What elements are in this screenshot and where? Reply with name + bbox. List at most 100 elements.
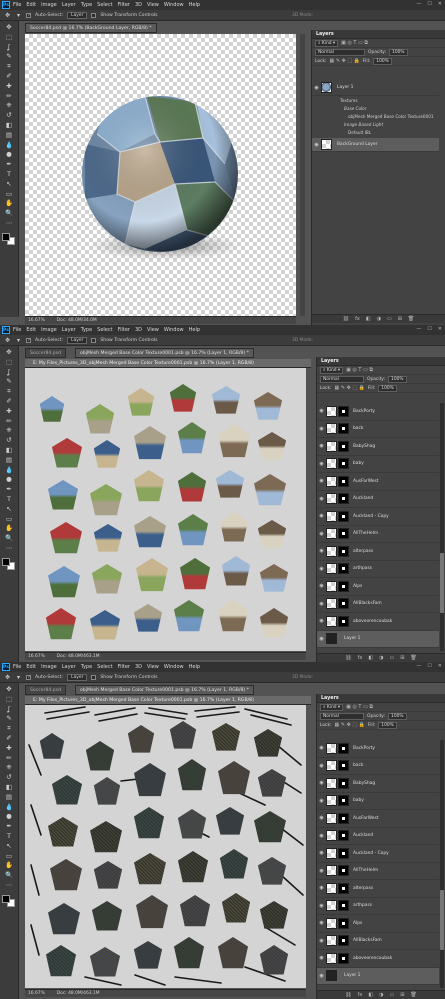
path-select-icon[interactable]: ↖ [4, 842, 15, 851]
dodge-icon[interactable]: ● [4, 812, 15, 821]
menu-window[interactable]: Window [164, 327, 184, 333]
gradient-icon[interactable]: ▤ [4, 456, 15, 465]
gradient-icon[interactable]: ▤ [4, 131, 15, 140]
color-swatches[interactable] [2, 557, 16, 570]
eyedropper-icon[interactable]: ✐ [4, 397, 15, 406]
path-select-icon[interactable]: ↖ [4, 505, 15, 514]
chevron-down-icon[interactable]: ▾ [15, 12, 22, 19]
layer-row[interactable]: ◉ BabyShag [317, 775, 439, 793]
brush-icon[interactable]: ✏ [4, 92, 15, 101]
layer-row[interactable]: ◉ BackPorty [317, 740, 439, 758]
move-tool-icon[interactable]: ✥ [4, 337, 11, 344]
link-icon[interactable]: ⛓ [343, 316, 349, 322]
foreground-color[interactable] [2, 894, 10, 903]
hand-icon[interactable]: ✋ [4, 524, 15, 533]
ibl-name[interactable]: Default IBL [348, 130, 371, 135]
maximize-icon[interactable]: ☐ [427, 663, 431, 669]
eye-icon[interactable]: ◉ [317, 920, 326, 926]
move-icon[interactable]: ✥ [4, 348, 15, 357]
folder-icon[interactable]: ▭ [389, 655, 394, 661]
minimize-icon[interactable]: — [416, 1, 421, 7]
layer-row[interactable]: ◉ Auckland - Copy [317, 845, 439, 863]
adjustment-icon[interactable]: ◑ [379, 992, 383, 998]
history-brush-icon[interactable]: ↺ [4, 111, 15, 120]
auto-select-checkbox[interactable] [26, 337, 31, 343]
layer-row[interactable]: ◉ back [317, 758, 439, 775]
lasso-icon[interactable]: ʆ [4, 43, 15, 52]
menu-select[interactable]: Select [97, 327, 112, 333]
auto-select-target-dropdown[interactable]: Layer [67, 11, 88, 19]
eye-icon[interactable]: ◉ [312, 142, 321, 148]
menu-view[interactable]: View [147, 2, 159, 8]
eye-icon[interactable]: ◉ [317, 636, 326, 642]
move-tool-icon[interactable]: ✥ [4, 12, 11, 19]
minimize-icon[interactable]: — [416, 326, 421, 332]
lock-icons[interactable]: ▦ ✎ ✥ ⬚ 🔒 [330, 58, 360, 64]
eye-icon[interactable]: ◉ [317, 496, 326, 502]
menu-filter[interactable]: Filter [118, 664, 130, 670]
layer-row[interactable]: ◉ alterpass [317, 880, 439, 898]
type-icon[interactable]: T [4, 495, 15, 504]
shape-icon[interactable]: ▭ [4, 852, 15, 861]
more-icon[interactable]: ⋯ [4, 881, 15, 890]
layer-row[interactable]: ◉ baby [317, 793, 439, 810]
menu-type[interactable]: Type [81, 2, 92, 8]
menu-window[interactable]: Window [164, 2, 184, 8]
layer-row[interactable]: ◉ Auckland [317, 491, 439, 508]
filter-icons[interactable]: ▣ ◎ T ▭ ⧉ [346, 367, 373, 373]
layer-row[interactable]: ◉ aboveorencoubak [317, 613, 439, 631]
menu-edit[interactable]: Edit [26, 2, 36, 8]
menu-layer[interactable]: Layer [62, 664, 76, 670]
eye-icon[interactable]: ◉ [317, 745, 326, 751]
stamp-icon[interactable]: ⎈ [4, 101, 15, 110]
maximize-icon[interactable]: ☐ [427, 326, 431, 332]
layer-row[interactable]: ◉ back [317, 421, 439, 438]
layers-scrollbar[interactable] [440, 740, 444, 988]
menu-file[interactable]: File [13, 2, 21, 8]
eye-icon[interactable]: ◉ [317, 955, 326, 961]
eye-icon[interactable]: ◉ [317, 548, 326, 554]
adjustment-icon[interactable]: ◑ [379, 655, 383, 661]
blur-icon[interactable]: 💧 [4, 141, 15, 150]
crop-icon[interactable]: ⌗ [4, 724, 15, 733]
layer-row[interactable]: ◉ AllTheHelm [317, 863, 439, 880]
eye-icon[interactable]: ◉ [317, 868, 326, 874]
kind-filter-dropdown[interactable]: ⌕ Kind ▾ [320, 366, 344, 374]
move-icon[interactable]: ✥ [4, 23, 15, 32]
layer-row[interactable]: ◉ arthpass [317, 561, 439, 578]
layer-row[interactable]: ◉ alterpass [317, 543, 439, 561]
layer-row[interactable]: ◉ Layer 1 [317, 630, 439, 648]
menu-help[interactable]: Help [189, 327, 200, 333]
more-icon[interactable]: ⋯ [4, 544, 15, 553]
eye-icon[interactable]: ◉ [317, 601, 326, 607]
eraser-icon[interactable]: ◧ [4, 121, 15, 130]
menu-type[interactable]: Type [81, 327, 92, 333]
type-icon[interactable]: T [4, 832, 15, 841]
pen-icon[interactable]: ✒ [4, 822, 15, 831]
adjustment-icon[interactable]: ◑ [377, 316, 381, 322]
tab-layers[interactable]: Layers [321, 359, 339, 364]
menu-type[interactable]: Type [81, 664, 92, 670]
chevron-down-icon[interactable]: ▾ [15, 337, 22, 344]
fx-icon[interactable]: fx [358, 992, 363, 998]
menu-view[interactable]: View [147, 327, 159, 333]
layer-row[interactable]: ◉ Layer 1 [317, 967, 439, 985]
eyedropper-icon[interactable]: ✐ [4, 734, 15, 743]
show-transform-checkbox[interactable] [91, 674, 97, 680]
new-layer-icon[interactable]: ⊞ [400, 655, 404, 661]
type-icon[interactable]: T [4, 170, 15, 179]
menu-edit[interactable]: Edit [26, 327, 36, 333]
eye-icon[interactable]: ◉ [317, 780, 326, 786]
eye-icon[interactable]: ◉ [317, 973, 326, 979]
filter-icons[interactable]: ▣ ◎ T ▭ ⧉ [341, 40, 368, 46]
eyedropper-icon[interactable]: ✐ [4, 72, 15, 81]
fx-icon[interactable]: fx [358, 655, 363, 661]
mask-icon[interactable]: ◧ [366, 316, 371, 322]
link-icon[interactable]: ⛓ [345, 992, 351, 998]
eye-icon[interactable]: ◉ [317, 461, 326, 467]
show-transform-checkbox[interactable] [91, 337, 97, 343]
vertical-scrollbar[interactable] [300, 34, 305, 316]
kind-filter-dropdown[interactable]: ⌕ Kind ▾ [320, 703, 344, 711]
layer-row[interactable]: ◉ Alps [317, 578, 439, 596]
move-icon[interactable]: ✥ [4, 685, 15, 694]
